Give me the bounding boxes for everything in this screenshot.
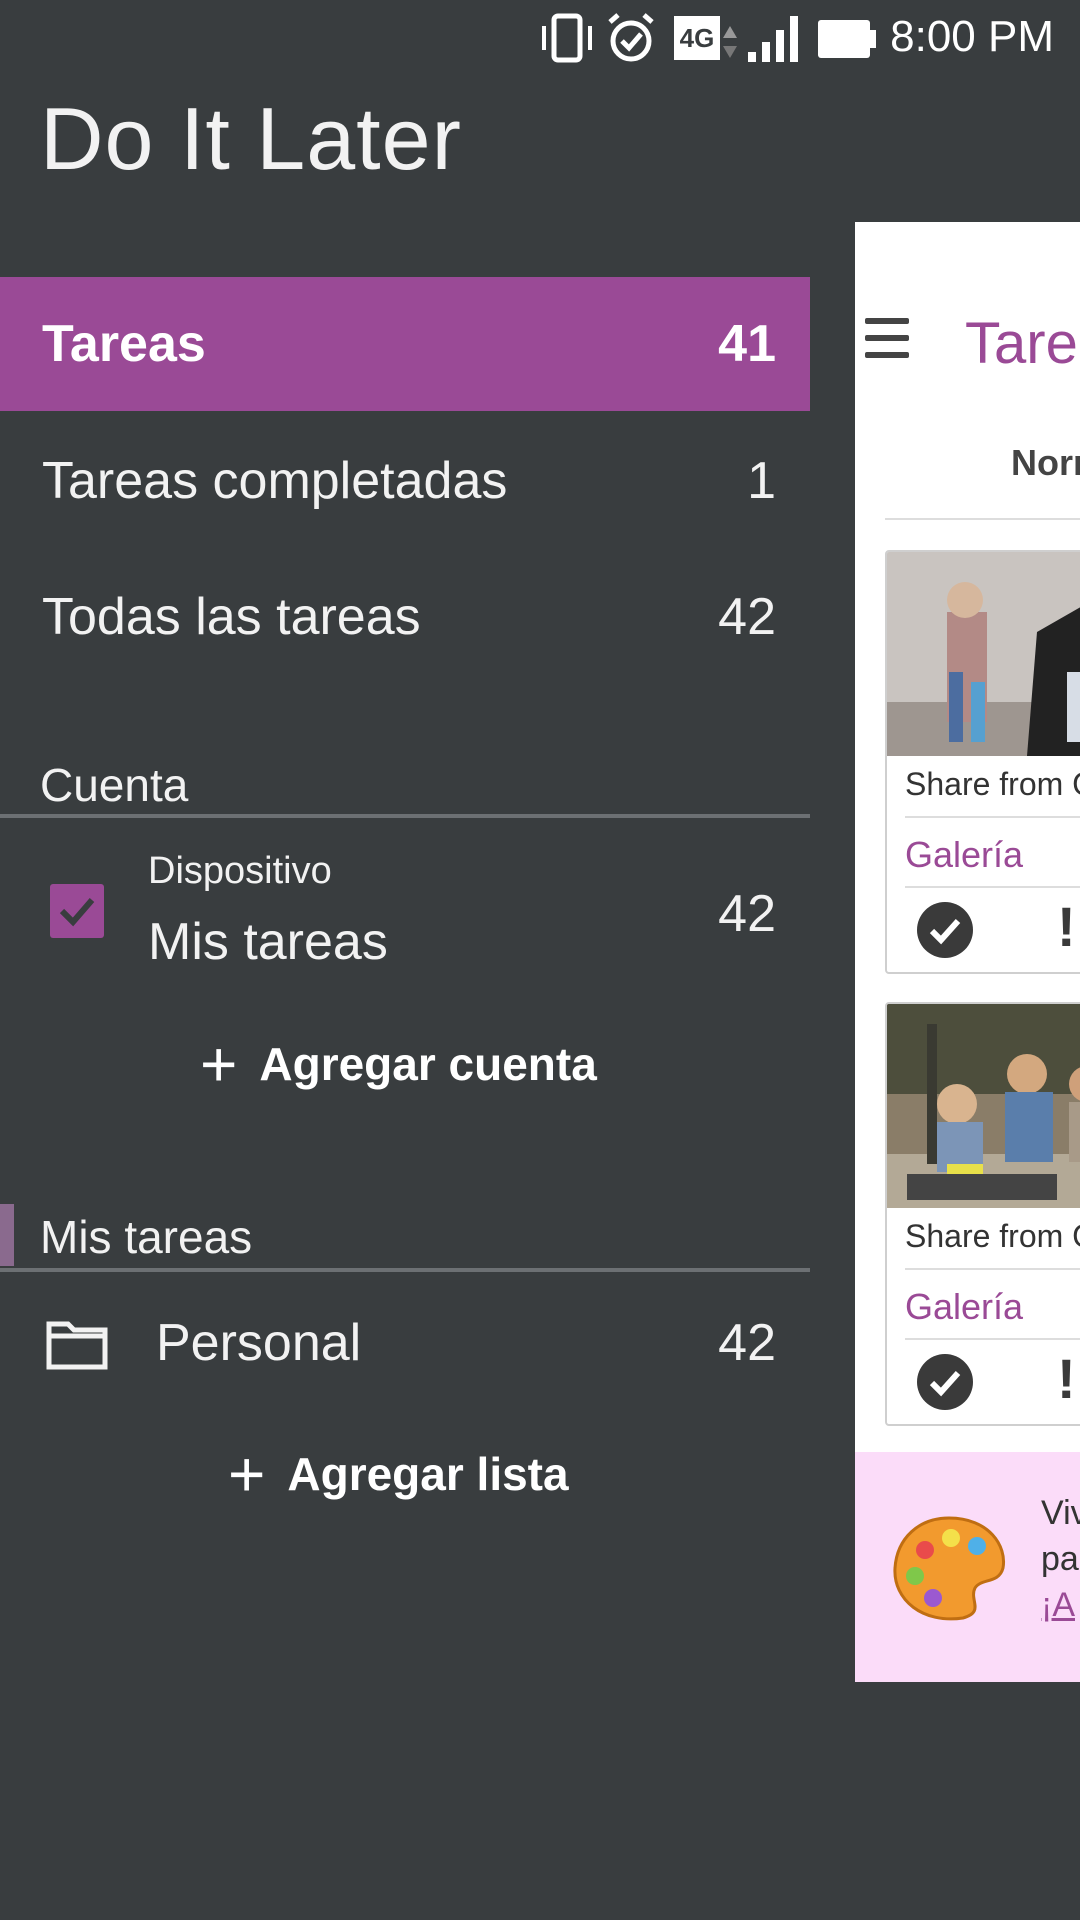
- drawer-item-label: Tareas: [42, 315, 206, 373]
- task-source: Galería: [905, 1286, 1024, 1327]
- battery-icon: [818, 20, 876, 58]
- section-marker: [0, 1204, 14, 1266]
- plus-icon: +: [200, 1028, 238, 1100]
- section-title-mis-tareas: Mis tareas: [40, 1211, 253, 1263]
- drawer-item-label: Tareas completadas: [42, 452, 508, 510]
- list-item-label: Personal: [156, 1314, 362, 1372]
- network-type-badge: 4G: [674, 16, 720, 60]
- panel-divider: [885, 518, 1080, 520]
- card-divider: [905, 816, 1080, 818]
- section-divider: [0, 1268, 810, 1272]
- add-list-label: Agregar lista: [287, 1448, 569, 1500]
- drawer-item-count: 42: [718, 588, 776, 646]
- plus-icon: +: [228, 1438, 266, 1510]
- task-source: Galería: [905, 834, 1024, 875]
- palette-icon: [893, 1516, 1006, 1621]
- status-time: 8:00 PM: [890, 12, 1054, 61]
- priority-icon[interactable]: !: [1057, 1346, 1076, 1411]
- card-divider: [905, 1268, 1080, 1270]
- checkmark-icon: [59, 898, 95, 927]
- account-row[interactable]: [0, 830, 810, 990]
- drawer-item-todas-las-tareas[interactable]: Todas las tareas 42: [0, 550, 810, 684]
- task-share-text: Share from G: [905, 1218, 1080, 1254]
- checkmark-icon: [929, 918, 961, 945]
- promo-text-line1: Viv: [1041, 1494, 1080, 1532]
- add-list-button[interactable]: + Agregar lista: [228, 1442, 569, 1506]
- list-item-count: 42: [718, 1314, 776, 1372]
- data-activity-icon: [723, 26, 737, 58]
- account-checkbox[interactable]: [50, 884, 104, 938]
- panel-title: Tarea: [965, 311, 1080, 376]
- account-type: Dispositivo: [148, 850, 332, 892]
- complete-task-button[interactable]: [917, 902, 973, 958]
- drawer-item-tareas-completadas[interactable]: Tareas completadas 1: [0, 414, 810, 548]
- add-account-button[interactable]: + Agregar cuenta: [200, 1032, 597, 1096]
- card-divider: [905, 1338, 1080, 1340]
- promo-banner[interactable]: Viv pa ¡A: [855, 1452, 1080, 1682]
- complete-task-button[interactable]: [917, 1354, 973, 1410]
- list-item-personal[interactable]: Personal 42: [0, 1276, 810, 1410]
- checkmark-icon: [929, 1370, 961, 1397]
- add-account-label: Agregar cuenta: [259, 1038, 597, 1090]
- menu-icon[interactable]: [865, 318, 909, 369]
- account-count: 42: [718, 885, 776, 943]
- signal-icon: [748, 16, 798, 62]
- promo-link[interactable]: ¡A: [1041, 1586, 1075, 1625]
- drawer-item-count: 41: [718, 315, 776, 373]
- drawer-item-tareas[interactable]: Tareas 41: [0, 277, 810, 411]
- vibrate-icon: [542, 13, 592, 63]
- status-bar: 4G 8:00 PM: [0, 0, 1080, 80]
- drawer-item-label: Todas las tareas: [42, 588, 421, 646]
- card-divider: [905, 886, 1080, 888]
- priority-icon[interactable]: !: [1057, 894, 1076, 959]
- task-card[interactable]: Share from G Galería !: [885, 550, 1080, 974]
- task-share-text: Share from G: [905, 766, 1080, 802]
- main-content-panel[interactable]: Tarea Norn Share from G Galería !: [855, 222, 1080, 1682]
- task-card[interactable]: Share from G Galería !: [885, 1002, 1080, 1426]
- drawer-item-count: 1: [747, 452, 776, 510]
- task-photo: [887, 552, 1080, 756]
- folder-icon: [46, 1321, 108, 1370]
- account-name: Mis tareas: [148, 913, 388, 971]
- alarm-icon: [608, 13, 654, 62]
- section-title-cuenta: Cuenta: [40, 759, 189, 811]
- promo-text-line2: pa: [1041, 1540, 1079, 1578]
- section-divider: [0, 814, 810, 818]
- task-photo: [887, 1004, 1080, 1208]
- app-title: Do It Later: [40, 89, 462, 188]
- sort-label[interactable]: Norn: [1011, 442, 1080, 484]
